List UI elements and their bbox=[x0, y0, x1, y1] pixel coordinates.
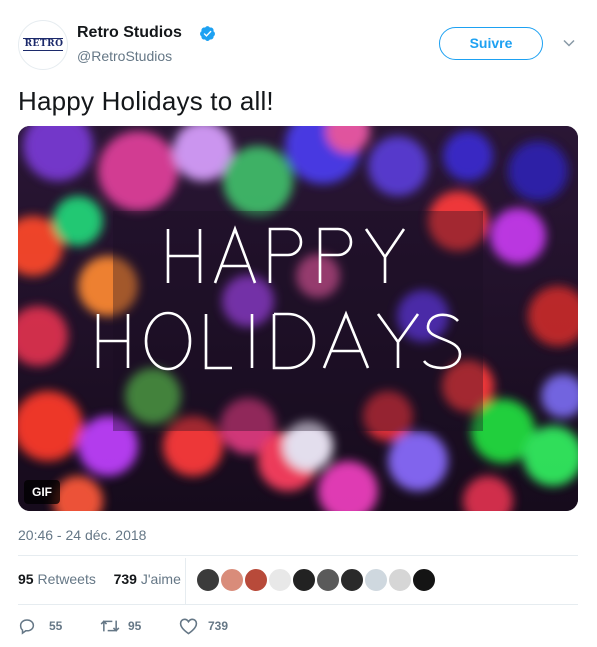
like-icon bbox=[179, 618, 198, 635]
liker-avatar[interactable] bbox=[412, 568, 436, 592]
gif-badge: GIF bbox=[24, 480, 60, 504]
account-handle[interactable]: @RetroStudios bbox=[77, 48, 172, 64]
likes-count[interactable]: 739 bbox=[114, 571, 137, 587]
chevron-down-icon[interactable] bbox=[563, 38, 575, 48]
stats-separator bbox=[185, 558, 186, 604]
tweet-media-gif[interactable] bbox=[18, 126, 578, 511]
gif-frame bbox=[18, 126, 578, 511]
liker-avatar[interactable] bbox=[316, 568, 340, 592]
liker-avatar[interactable] bbox=[196, 568, 220, 592]
retweet-icon bbox=[100, 620, 120, 632]
retweet-button[interactable]: 95 bbox=[100, 614, 160, 638]
avatar-logo-text: RETRO bbox=[24, 39, 64, 49]
tweet-timestamp[interactable]: 20:46 - 24 déc. 2018 bbox=[18, 527, 146, 543]
tweet-actions: 55 95 739 bbox=[0, 614, 597, 638]
like-count: 739 bbox=[208, 619, 229, 633]
like-button[interactable]: 739 bbox=[179, 614, 239, 638]
reply-count: 55 bbox=[49, 619, 63, 633]
liker-avatar[interactable] bbox=[388, 568, 412, 592]
tweet-header: RETRO Retro Studios @RetroStudios Suivre bbox=[0, 0, 597, 80]
liker-avatar[interactable] bbox=[244, 568, 268, 592]
account-name[interactable]: Retro Studios bbox=[77, 24, 182, 42]
retweets-label[interactable]: Retweets bbox=[37, 571, 95, 587]
liker-avatar[interactable] bbox=[364, 568, 388, 592]
divider-bottom bbox=[18, 604, 578, 605]
divider-top bbox=[18, 555, 578, 556]
retweet-count: 95 bbox=[128, 619, 142, 633]
likes-label[interactable]: J'aime bbox=[141, 571, 181, 587]
liker-avatar[interactable] bbox=[292, 568, 316, 592]
verified-badge-icon bbox=[200, 26, 215, 41]
retweets-count[interactable]: 95 bbox=[18, 571, 34, 587]
profile-avatar[interactable]: RETRO bbox=[18, 20, 68, 70]
reply-button[interactable]: 55 bbox=[18, 614, 78, 638]
logo-rule-bottom bbox=[23, 50, 63, 51]
follow-button[interactable]: Suivre bbox=[439, 27, 543, 60]
liker-avatar[interactable] bbox=[268, 568, 292, 592]
engagement-stats: 95 Retweets 739 J'aime bbox=[18, 571, 181, 587]
tweet-text: Happy Holidays to all! bbox=[18, 86, 274, 116]
reply-icon bbox=[19, 619, 35, 635]
liker-avatar[interactable] bbox=[220, 568, 244, 592]
liker-avatar[interactable] bbox=[340, 568, 364, 592]
